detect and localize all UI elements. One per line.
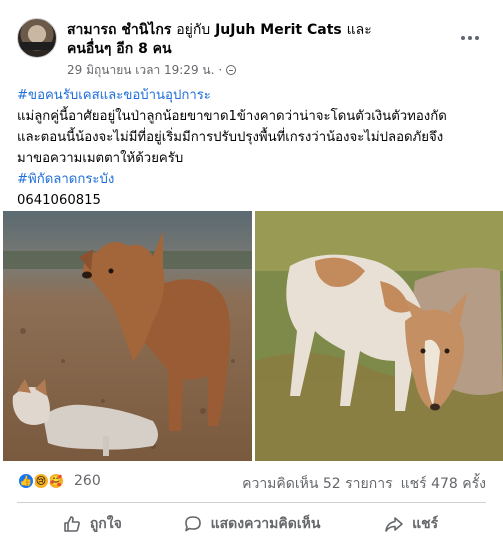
post-text-line: แม่ลูกคู่นี้อาศัยอยู่ในป่าลูกน้อยขาขาด1ข…	[17, 109, 447, 124]
comment-icon	[184, 516, 201, 532]
more-options-icon-dot	[475, 36, 479, 40]
dog-photo-illustration	[3, 211, 252, 461]
post-actions: ถูกใจ แสดงความคิดเห็น แชร์	[12, 507, 491, 541]
reactions-summary[interactable]: 👍 😢 🥰 260	[17, 470, 101, 492]
hashtag-link[interactable]: #พิกัดลาดกระบัง	[17, 172, 114, 187]
hashtag-link[interactable]: #ขอคนรับเคสและขอบ้านอุปการะ	[17, 88, 211, 103]
author-name[interactable]: สามารถ ชำนิไกร	[67, 22, 171, 38]
divider	[17, 502, 486, 503]
share-icon	[385, 517, 403, 532]
reaction-count[interactable]: 260	[74, 473, 101, 489]
share-button[interactable]: แชร์	[331, 507, 491, 541]
tagged-page-link[interactable]: JuJuh Merit Cats	[215, 22, 342, 38]
post-text-line: และตอนนี้น้องจะไม่มีที่อยู่เริ่มมีการปรั…	[17, 130, 444, 145]
post-body: #ขอคนรับเคสและขอบ้านอุปการะ แม่ลูกคู่นี้…	[17, 85, 487, 211]
phone-number: 0641060815	[17, 193, 101, 208]
comment-button[interactable]: แสดงความคิดเห็น	[172, 507, 332, 541]
engagement-counts: ความคิดเห็น 52 รายการ แชร์ 478 ครั้ง	[242, 473, 486, 495]
post-header-line: สามารถ ชำนิไกร อยู่กับ JuJuh Merit Cats …	[67, 21, 447, 59]
more-options-icon-dot	[468, 36, 472, 40]
meta-separator: ·	[218, 63, 223, 77]
post-timestamp[interactable]: 29 มิถุนายน เวลา 19:29 น.	[67, 62, 214, 78]
globe-icon[interactable]	[226, 65, 237, 75]
more-options-icon	[461, 36, 465, 40]
puppy-photo-illustration	[255, 211, 503, 461]
post-meta: 29 มิถุนายน เวลา 19:29 น. ·	[67, 62, 237, 78]
comment-count[interactable]: ความคิดเห็น 52 รายการ	[242, 473, 393, 495]
share-label: แชร์	[412, 516, 439, 532]
more-options-button[interactable]	[457, 28, 483, 48]
comment-label: แสดงความคิดเห็น	[210, 516, 321, 532]
share-count[interactable]: แชร์ 478 ครั้ง	[401, 473, 486, 495]
post-text-line: มาขอความเมตตาให้ด้วยครับ	[17, 151, 184, 166]
author-avatar[interactable]	[17, 18, 57, 58]
facebook-post: สามารถ ชำนิไกร อยู่กับ JuJuh Merit Cats …	[0, 0, 503, 547]
thumbs-up-icon	[64, 516, 80, 532]
like-icon: 👍	[17, 472, 35, 490]
post-photo-mother-dog[interactable]	[3, 211, 252, 461]
and-text: และ	[346, 22, 372, 38]
with-text: อยู่กับ	[176, 22, 211, 38]
like-label: ถูกใจ	[89, 516, 122, 532]
others-link[interactable]: คนอื่นๆ อีก 8 คน	[67, 41, 172, 57]
like-button[interactable]: ถูกใจ	[12, 507, 172, 541]
post-photo-puppy[interactable]	[255, 211, 503, 461]
